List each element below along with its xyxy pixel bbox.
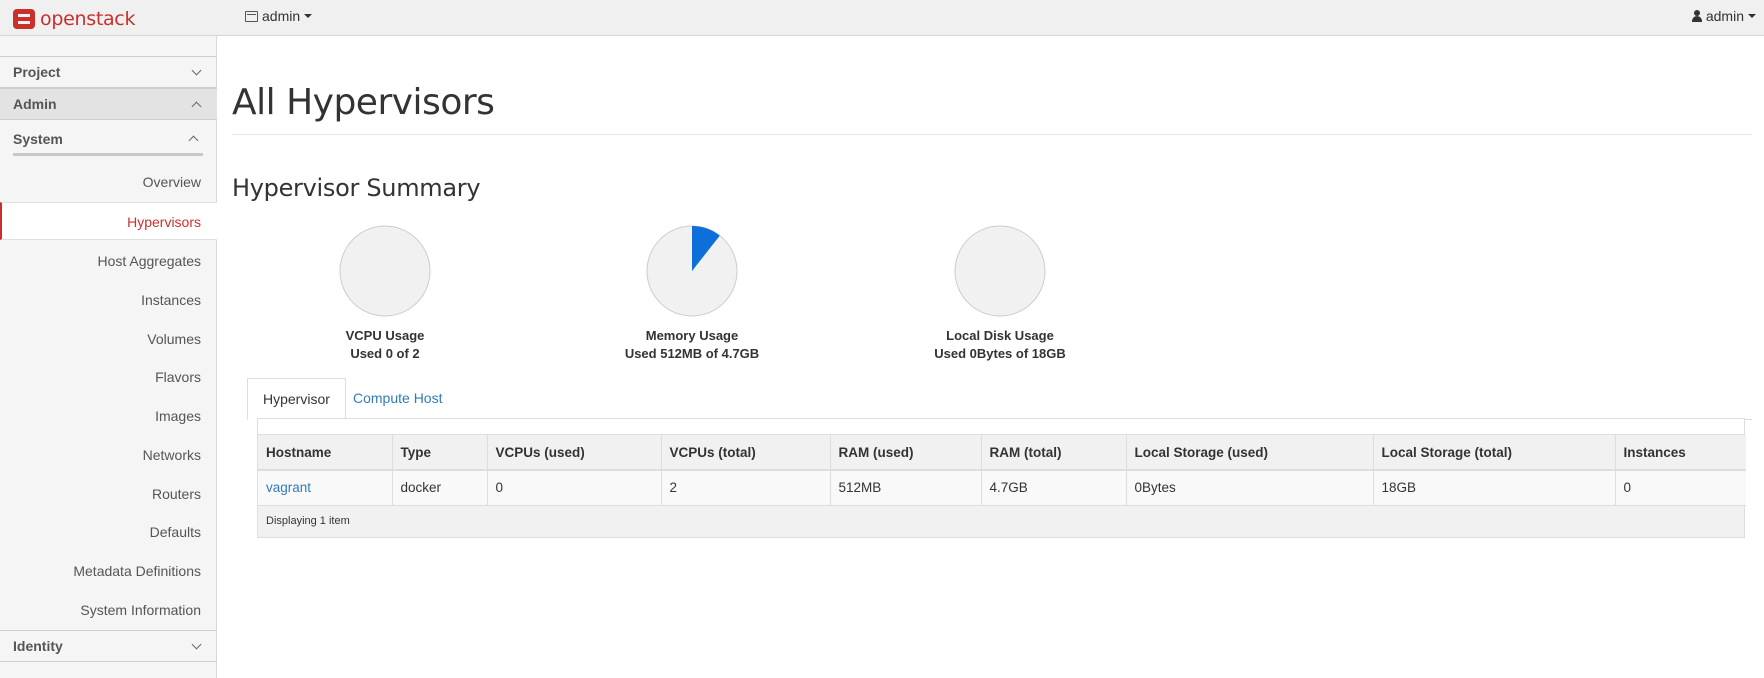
user-menu[interactable]: admin [1691,8,1756,24]
hostname-link[interactable]: vagrant [266,480,311,495]
sidebar-item-flavors[interactable]: Flavors [0,358,217,396]
cell-vcpus-total: 2 [661,470,831,506]
column-header-local-storage-total[interactable]: Local Storage (total) [1373,435,1616,471]
pie-label: Memory Usage [645,328,739,343]
tab-bar: Hypervisor Compute Host [247,378,1752,420]
sidebar-dashboard-system[interactable]: System [13,124,203,156]
cell-type: docker [392,470,488,506]
cell-hostname: vagrant [258,470,393,506]
sidebar-panel-identity[interactable]: Identity [0,630,217,662]
chevron-up-icon [188,135,199,146]
cell-local-storage-total: 18GB [1373,470,1616,506]
sidebar: Project Admin System Overview Hypervisor… [0,36,217,678]
sidebar-panel-project[interactable]: Project [0,56,217,88]
sidebar-dashboard-label: System [13,130,63,147]
cell-ram-total: 4.7GB [981,470,1127,506]
column-header-type[interactable]: Type [392,435,488,471]
project-switcher-label: admin [262,8,301,24]
brand-logo-link[interactable]: openstack [12,6,135,32]
tab-hypervisor[interactable]: Hypervisor [247,378,346,420]
sidebar-item-hypervisors[interactable]: Hypervisors [0,202,217,240]
pie-free-slice [339,225,431,317]
column-header-vcpus-total[interactable]: VCPUs (total) [661,435,831,471]
pie-subtitle: Used 0Bytes of 18GB [934,346,1066,361]
column-header-ram-used[interactable]: RAM (used) [830,435,982,471]
sidebar-item-overview[interactable]: Overview [0,163,217,201]
sidebar-item-defaults[interactable]: Defaults [0,513,217,551]
sidebar-item-networks[interactable]: Networks [0,436,217,474]
sidebar-item-routers[interactable]: Routers [0,475,217,513]
cell-instances: 0 [1615,470,1746,506]
sidebar-item-host-aggregates[interactable]: Host Aggregates [0,242,217,280]
memory-usage-pie [646,225,738,317]
disk-usage-chart: Local Disk Usage Used 0Bytes of 18GB [900,224,1100,363]
column-header-instances[interactable]: Instances [1615,435,1746,471]
openstack-logo-icon [13,9,35,29]
column-header-hostname[interactable]: Hostname [258,435,393,471]
disk-usage-pie [954,225,1046,317]
cell-ram-used: 512MB [830,470,982,506]
brand-name: openstack [40,8,136,30]
table-header-row: Hostname Type VCPUs (used) VCPUs (total)… [258,435,1746,471]
pie-label: Local Disk Usage [946,328,1054,343]
caret-down-icon [304,14,313,18]
sidebar-item-instances[interactable]: Instances [0,281,217,319]
column-header-ram-total[interactable]: RAM (total) [981,435,1127,471]
sidebar-panel-label: Project [13,64,61,80]
sidebar-panel-label: Identity [13,638,63,654]
project-icon [245,10,258,22]
tab-compute-host[interactable]: Compute Host [338,378,457,420]
table-row: vagrant docker 0 2 512MB 4.7GB 0Bytes 18… [258,470,1746,506]
sidebar-panel-admin[interactable]: Admin [0,88,217,120]
vcpu-usage-chart: VCPU Usage Used 0 of 2 [285,224,485,363]
user-icon [1691,10,1702,22]
sidebar-item-volumes[interactable]: Volumes [0,320,217,358]
column-header-local-storage-used[interactable]: Local Storage (used) [1126,435,1374,471]
memory-usage-chart: Memory Usage Used 512MB of 4.7GB [592,224,792,363]
sidebar-item-metadata-definitions[interactable]: Metadata Definitions [0,552,217,590]
sidebar-item-system-information[interactable]: System Information [0,591,217,629]
pie-label: VCPU Usage [345,328,425,343]
pie-subtitle: Used 512MB of 4.7GB [624,346,760,361]
cell-vcpus-used: 0 [487,470,662,506]
sidebar-item-images[interactable]: Images [0,397,217,435]
table-footer-count: Displaying 1 item [258,505,1744,537]
project-switcher[interactable]: admin [245,8,313,24]
chevron-down-icon [191,639,202,649]
page-title: All Hypervisors [232,82,495,123]
top-navbar: openstack admin admin [0,0,1764,36]
chevron-down-icon [191,65,202,75]
column-header-vcpus-used[interactable]: VCPUs (used) [487,435,662,471]
title-divider [232,134,1752,135]
table-actions-bar [258,419,1744,435]
hypervisors-table: Hostname Type VCPUs (used) VCPUs (total)… [257,418,1746,538]
summary-title: Hypervisor Summary [232,174,481,202]
vcpu-usage-pie [339,225,431,317]
sidebar-panel-label: Admin [13,96,57,112]
user-menu-label: admin [1705,8,1744,24]
pie-subtitle: Used 0 of 2 [350,346,420,361]
caret-down-icon [1748,14,1756,18]
cell-local-storage-used: 0Bytes [1126,470,1374,506]
pie-free-slice [954,225,1046,317]
chevron-up-icon [191,101,202,111]
